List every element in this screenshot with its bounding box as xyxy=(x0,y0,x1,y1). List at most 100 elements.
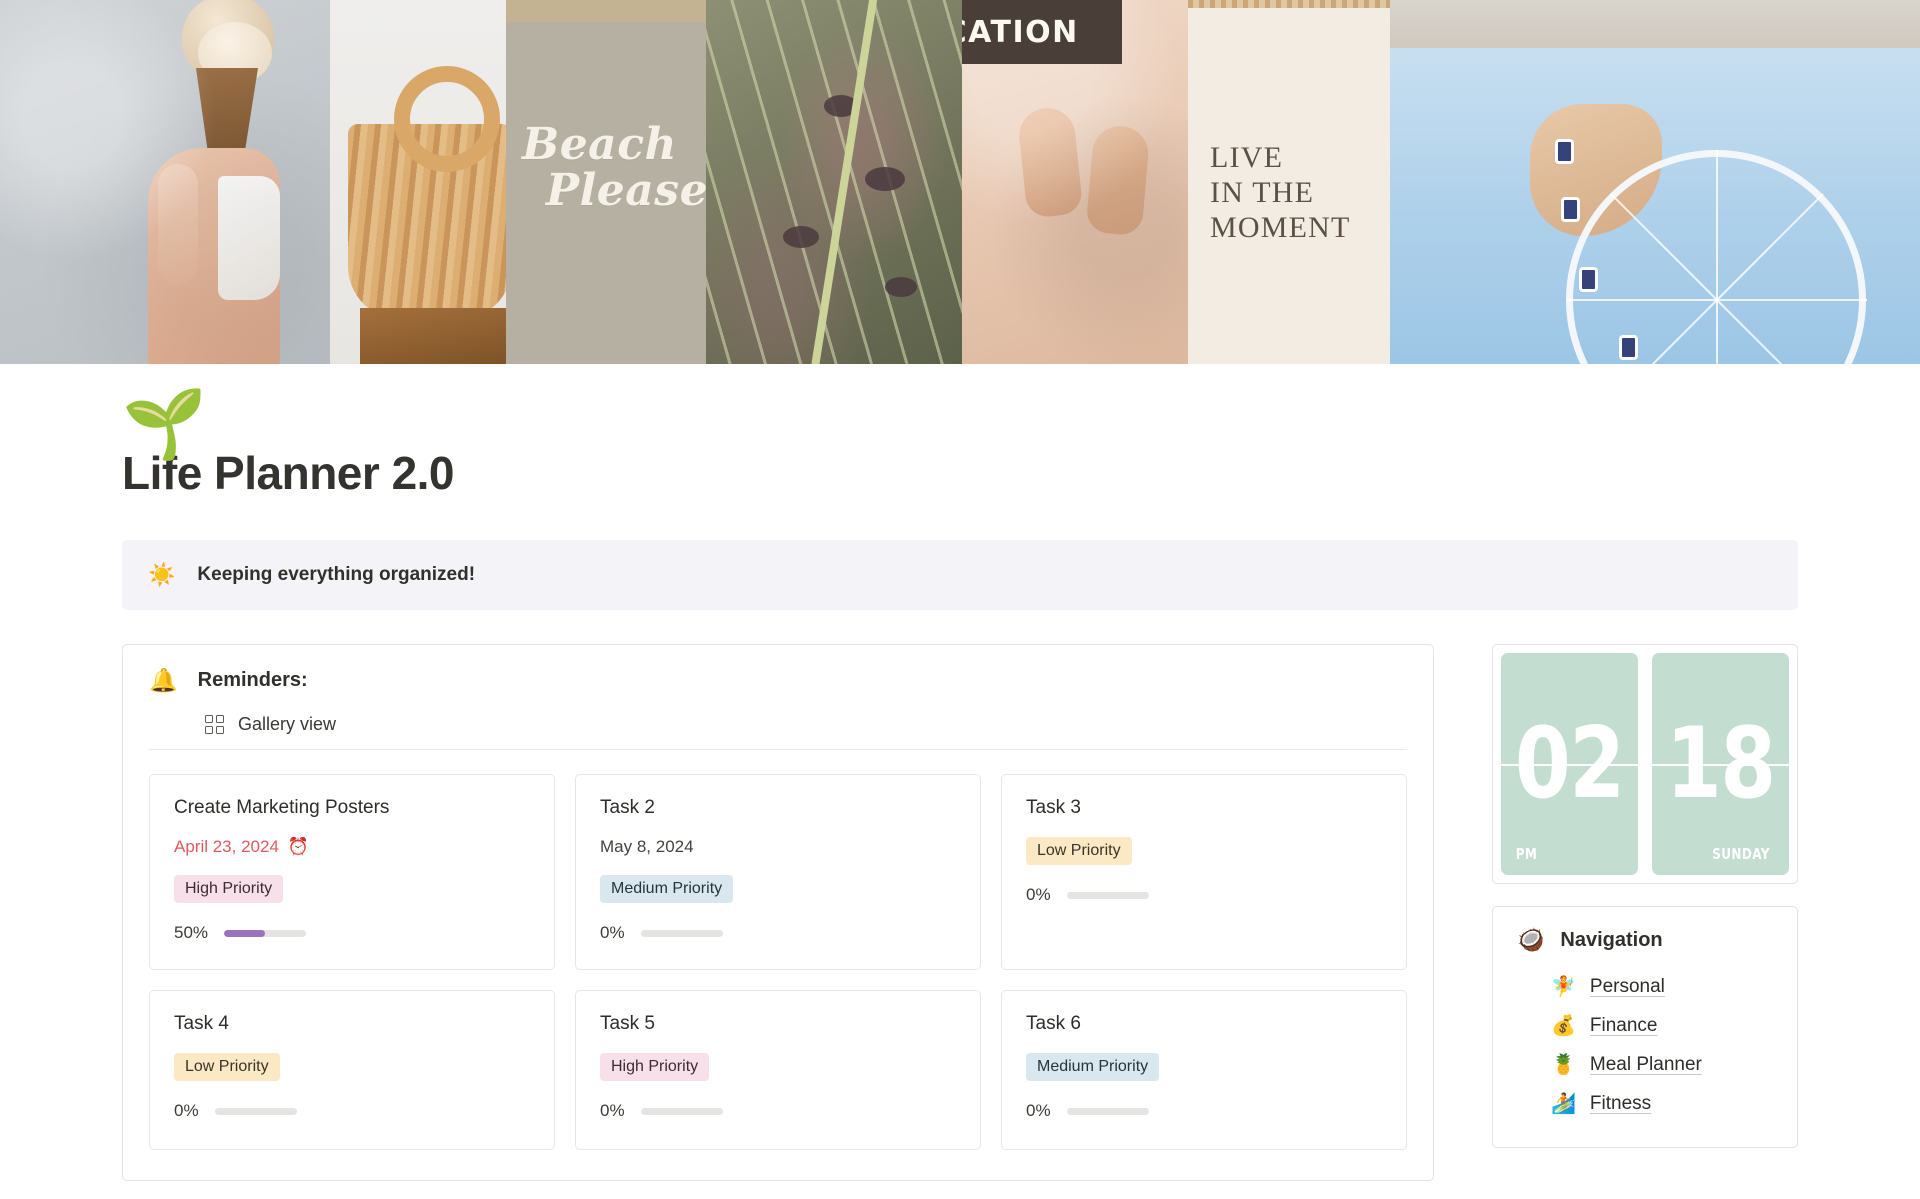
progress-fill xyxy=(224,929,266,937)
task-progress: 0% xyxy=(1026,885,1382,905)
priority-badge: Medium Priority xyxy=(600,875,734,903)
page-title: Life Planner 2.0 xyxy=(122,447,455,499)
nav-item-label[interactable]: Personal xyxy=(1590,976,1665,998)
collage-tile-sandy-feet: VACATION xyxy=(962,0,1188,364)
sun-icon: ☀️ xyxy=(148,562,176,587)
task-card-title: Task 6 xyxy=(1026,1013,1081,1034)
clock-day-value: 18 xyxy=(1666,707,1776,821)
wood-board-shape xyxy=(360,308,506,364)
task-card-date-text: May 8, 2024 xyxy=(600,837,694,856)
bell-icon: 🔔 xyxy=(149,667,178,693)
gallery-view-label: Gallery view xyxy=(238,714,337,734)
navigation-panel: 🥥 Navigation 🧚 Personal 💰 Finance 🍍 Meal Plan… xyxy=(1492,906,1798,1148)
task-card-date-text: April 23, 2024 xyxy=(174,837,279,856)
nav-item-finance[interactable]: 💰 Finance xyxy=(1517,1006,1773,1045)
clock-meridiem-label: PM xyxy=(1515,845,1538,863)
navigation-header: 🥥 Navigation xyxy=(1517,927,1773,953)
flip-clock-widget: 02 PM 18 SUNDAY xyxy=(1492,644,1798,884)
task-card[interactable]: Create Marketing Posters April 23, 2024 ⏰ H… xyxy=(149,774,555,970)
hand-shape xyxy=(148,148,280,364)
progress-percent-label: 50% xyxy=(174,923,209,942)
task-card-title: Create Marketing Posters xyxy=(174,797,390,818)
nav-item-meal-planner[interactable]: 🍍 Meal Planner xyxy=(1517,1045,1773,1084)
alarm-clock-icon: ⏰ xyxy=(287,837,310,856)
clock-hour-value: 02 xyxy=(1515,707,1625,821)
progress-track xyxy=(214,1107,297,1115)
nav-item-label[interactable]: Finance xyxy=(1590,1015,1658,1037)
nav-item-label[interactable]: Meal Planner xyxy=(1590,1054,1702,1076)
progress-percent-label: 0% xyxy=(1026,1101,1051,1120)
woven-basket-icon xyxy=(348,66,506,320)
reminders-title: Reminders: xyxy=(197,669,308,691)
beach-please-text: Beach Please xyxy=(522,119,706,216)
priority-badge: Low Priority xyxy=(174,1053,280,1081)
navigation-links: 🧚 Personal 💰 Finance 🍍 Meal Planner 🏄 Fitness xyxy=(1517,967,1773,1123)
task-card-date: April 23, 2024 ⏰ xyxy=(174,837,530,857)
callout-text: Keeping everything organized! xyxy=(197,564,476,585)
priority-badge: Low Priority xyxy=(1026,837,1132,865)
header-collage-banner: Beach Please VACATION LIVE IN THE MOMENT xyxy=(0,0,1920,364)
nav-item-label[interactable]: Fitness xyxy=(1590,1093,1651,1115)
progress-percent-label: 0% xyxy=(174,1101,199,1120)
tab-gallery-view[interactable]: Gallery view xyxy=(149,714,1407,750)
task-card-title: Task 3 xyxy=(1026,797,1081,818)
progress-percent-label: 0% xyxy=(600,923,625,942)
nav-item-icon: 🏄 xyxy=(1551,1093,1576,1115)
task-progress: 0% xyxy=(600,923,956,943)
task-progress: 0% xyxy=(174,1101,530,1121)
task-card-title: Task 4 xyxy=(174,1013,229,1034)
task-card[interactable]: Task 2 May 8, 2024 Medium Priority 0% xyxy=(575,774,981,970)
task-card-date: May 8, 2024 xyxy=(600,837,956,857)
task-card[interactable]: Task 5 High Priority 0% xyxy=(575,990,981,1150)
flip-clock-hour: 02 PM xyxy=(1501,653,1638,875)
task-progress: 0% xyxy=(1026,1101,1382,1121)
collage-tile-live-in-the-moment: LIVE IN THE MOMENT xyxy=(1188,0,1390,364)
nav-item-icon: 💰 xyxy=(1551,1015,1576,1037)
progress-percent-label: 0% xyxy=(1026,885,1051,904)
task-progress: 0% xyxy=(600,1101,956,1121)
progress-percent-label: 0% xyxy=(600,1101,625,1120)
live-line-3: MOMENT xyxy=(1210,211,1351,244)
beach-line-2: Please xyxy=(546,165,706,216)
live-in-the-moment-text: LIVE IN THE MOMENT xyxy=(1210,140,1351,245)
collage-tile-monstera-leaf xyxy=(706,0,962,364)
vacation-banner: VACATION xyxy=(962,0,1122,64)
task-card[interactable]: Task 3 Low Priority 0% xyxy=(1001,774,1407,970)
task-card-title: Task 2 xyxy=(600,797,655,818)
nav-item-fitness[interactable]: 🏄 Fitness xyxy=(1517,1084,1773,1123)
priority-badge: High Priority xyxy=(174,875,284,903)
foot-right-shape xyxy=(1085,123,1151,237)
collage-tile-ferris-wheel xyxy=(1390,0,1920,364)
callout-banner: ☀️ Keeping everything organized! xyxy=(122,540,1798,610)
reminders-card-grid: Create Marketing Posters April 23, 2024 ⏰ H… xyxy=(149,750,1407,1150)
ice-cream-cone-icon xyxy=(178,0,278,234)
main-columns: 🔔 Reminders: Gallery view Create Marketi… xyxy=(122,644,1798,1181)
gallery-grid-icon xyxy=(205,715,224,734)
live-line-2: IN THE xyxy=(1210,176,1315,209)
coconut-icon: 🥥 xyxy=(1517,927,1545,952)
task-card-title: Task 5 xyxy=(600,1013,655,1034)
reminders-header: 🔔 Reminders: xyxy=(149,667,1407,694)
reminders-panel: 🔔 Reminders: Gallery view Create Marketi… xyxy=(122,644,1434,1181)
progress-track xyxy=(1066,1107,1149,1115)
right-rail: 02 PM 18 SUNDAY 🥥 Navigation 🧚 Personal 💰 F… xyxy=(1492,644,1798,1148)
nav-item-icon: 🍍 xyxy=(1551,1054,1576,1076)
progress-track xyxy=(1066,891,1149,899)
flip-clock-day: 18 SUNDAY xyxy=(1652,653,1789,875)
priority-badge: Medium Priority xyxy=(1026,1053,1160,1081)
progress-track xyxy=(640,1107,723,1115)
collage-tile-basket-bag xyxy=(330,0,506,364)
nav-item-personal[interactable]: 🧚 Personal xyxy=(1517,967,1773,1006)
napkin-shape xyxy=(218,176,280,300)
progress-track xyxy=(640,929,723,937)
foot-left-shape xyxy=(1016,105,1084,219)
collage-tile-beach-please: Beach Please xyxy=(506,0,706,364)
live-line-1: LIVE xyxy=(1210,141,1284,174)
task-card[interactable]: Task 4 Low Priority 0% xyxy=(149,990,555,1150)
vacation-banner-text: VACATION xyxy=(962,14,1079,50)
seedling-icon: 🌱 xyxy=(122,386,207,462)
nav-item-icon: 🧚 xyxy=(1551,976,1576,998)
page-body: 🌱 Life Planner 2.0 ☀️ Keeping everything… xyxy=(0,390,1920,1199)
task-card[interactable]: Task 6 Medium Priority 0% xyxy=(1001,990,1407,1150)
beach-line-1: Beach xyxy=(522,119,677,170)
